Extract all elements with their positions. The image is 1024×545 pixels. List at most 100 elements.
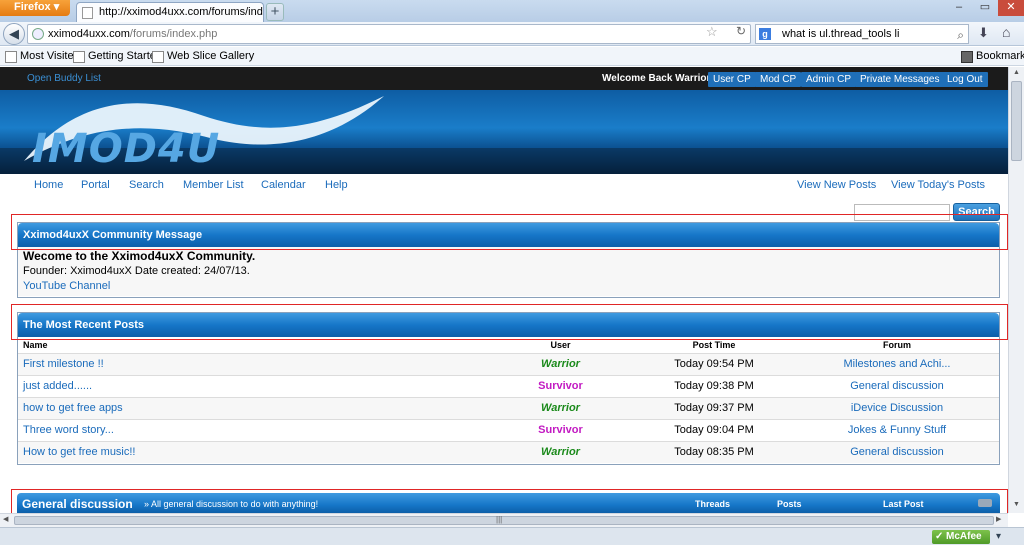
forum-search-input[interactable] — [854, 204, 950, 221]
table-row: how to get free apps Warrior Today 09:37… — [18, 396, 999, 419]
recent-posts-table: Name User Post Time Forum First mileston… — [18, 337, 999, 463]
url-bar[interactable]: xximod4uxx.com/forums/index.php — [27, 24, 751, 44]
bookmarks-toolbar: Most Visited Getting Started Web Slice G… — [0, 47, 1024, 66]
new-tab-button[interactable]: + — [266, 3, 284, 21]
col-name: Name — [18, 337, 488, 353]
post-time: Today 09:38 PM — [633, 374, 795, 397]
post-title-link[interactable]: First milestone !! — [18, 352, 488, 375]
globe-icon — [32, 28, 44, 40]
bookmark-star-icon[interactable]: ☆ — [706, 24, 718, 40]
general-discussion-description: » All general discussion to do with anyt… — [144, 499, 319, 509]
forum-topbar: Open Buddy List Welcome Back Warrior! Us… — [0, 67, 1008, 90]
nav-home[interactable]: Home — [34, 179, 63, 191]
nav-search[interactable]: Search — [129, 179, 164, 191]
community-message-block: Xximod4uxX Community Message Wecome to t… — [17, 222, 1000, 298]
vertical-scrollbar[interactable]: ▲ ▼ — [1008, 67, 1024, 513]
bookmarks-menu-button[interactable]: Bookmarks — [961, 47, 1024, 65]
chevron-down-icon[interactable]: ▾ — [996, 531, 1001, 542]
table-row: First milestone !! Warrior Today 09:54 P… — [18, 352, 999, 375]
scroll-right-icon[interactable]: ▶ — [996, 515, 1001, 523]
welcome-message: Welcome Back Warrior! — [602, 73, 714, 84]
post-title-link[interactable]: how to get free apps — [18, 396, 488, 419]
post-forum-link[interactable]: iDevice Discussion — [795, 396, 999, 419]
scroll-grip-icon: ||| — [496, 515, 503, 524]
browser-navbar: ◀ xximod4uxx.com/forums/index.php ☆ ↻ g … — [0, 22, 1024, 46]
buddy-list-link[interactable]: Open Buddy List — [27, 73, 101, 84]
page-icon — [82, 7, 93, 19]
post-forum-link[interactable]: General discussion — [795, 374, 999, 397]
post-time: Today 09:04 PM — [633, 418, 795, 441]
post-forum-link[interactable]: General discussion — [795, 440, 999, 463]
scroll-left-icon[interactable]: ◀ — [3, 515, 8, 523]
post-user-link[interactable]: Warrior — [488, 396, 633, 419]
horizontal-scroll-thumb[interactable] — [14, 516, 994, 525]
site-banner: IMOD4U — [0, 90, 1008, 174]
home-icon[interactable]: ⌂ — [1002, 24, 1010, 40]
view-todays-posts-link[interactable]: View Today's Posts — [891, 179, 985, 191]
site-logo[interactable]: IMOD4U — [32, 126, 220, 172]
forum-search-button[interactable]: Search — [953, 203, 1000, 221]
post-title-link[interactable]: How to get free music!! — [18, 440, 488, 463]
mcafee-badge[interactable]: McAfee — [932, 530, 990, 544]
recent-posts-block: The Most Recent Posts Name User Post Tim… — [17, 312, 1000, 465]
user-cp-button[interactable]: User CP — [708, 72, 756, 87]
maximize-button[interactable]: ▭ — [972, 0, 998, 16]
col-threads: Threads — [695, 499, 731, 509]
horizontal-scrollbar[interactable]: ◀ ||| ▶ — [0, 513, 1008, 527]
google-icon[interactable]: g — [759, 28, 771, 40]
admin-cp-button[interactable]: Admin CP — [801, 72, 857, 87]
collapse-icon[interactable] — [978, 499, 992, 507]
back-arrow-icon: ◀ — [9, 26, 19, 41]
nav-portal[interactable]: Portal — [81, 179, 110, 191]
search-icon[interactable]: ⌕ — [957, 26, 964, 44]
page-viewport: Open Buddy List Welcome Back Warrior! Us… — [0, 67, 1008, 513]
download-icon[interactable]: ⬇ — [978, 25, 989, 41]
vertical-scroll-thumb[interactable] — [1011, 81, 1022, 161]
view-new-posts-link[interactable]: View New Posts — [797, 179, 876, 191]
post-forum-link[interactable]: Jokes & Funny Stuff — [795, 418, 999, 441]
table-row: just added...... Survivor Today 09:38 PM… — [18, 374, 999, 397]
post-user-link[interactable]: Survivor — [488, 374, 633, 397]
table-row: Three word story... Survivor Today 09:04… — [18, 418, 999, 441]
community-welcome: Wecome to the Xximod4uxX Community. — [23, 249, 256, 263]
url-domain: xximod4uxx.com — [48, 28, 130, 40]
bookmark-most-visited[interactable]: Most Visited — [5, 47, 80, 65]
col-posts: Posts — [777, 499, 802, 509]
post-title-link[interactable]: Three word story... — [18, 418, 488, 441]
nav-help[interactable]: Help — [325, 179, 348, 191]
search-query: what is ul.thread_tools li — [782, 28, 900, 40]
community-founder: Founder: Xximod4uxX Date created: 24/07/… — [23, 265, 250, 277]
post-forum-link[interactable]: Milestones and Achi... — [795, 352, 999, 375]
private-messages-button[interactable]: Private Messages — [855, 72, 945, 87]
browser-tab[interactable]: http://xximod4uxx.com/forums/index.php — [76, 2, 264, 22]
scroll-up-icon[interactable]: ▲ — [1011, 69, 1022, 76]
col-user: User — [488, 337, 633, 353]
post-user-link[interactable]: Survivor — [488, 418, 633, 441]
post-user-link[interactable]: Warrior — [488, 440, 633, 463]
bookmark-getting-started[interactable]: Getting Started — [73, 47, 162, 65]
back-button[interactable]: ◀ — [3, 23, 25, 45]
minimize-button[interactable]: – — [946, 0, 972, 16]
nav-calendar[interactable]: Calendar — [261, 179, 306, 191]
community-message-title: Xximod4uxX Community Message — [18, 223, 999, 247]
browser-statusbar: McAfee ▾ — [0, 527, 1024, 545]
table-row: How to get free music!! Warrior Today 08… — [18, 440, 999, 463]
col-forum: Forum — [795, 337, 999, 353]
tab-title: http://xximod4uxx.com/forums/index.php — [99, 6, 263, 18]
mod-cp-button[interactable]: Mod CP — [755, 72, 802, 87]
scroll-down-icon[interactable]: ▼ — [1011, 501, 1022, 508]
url-path: /forums/index.php — [129, 28, 218, 40]
youtube-channel-link[interactable]: YouTube Channel — [23, 280, 110, 292]
nav-member-list[interactable]: Member List — [183, 179, 244, 191]
post-title-link[interactable]: just added...... — [18, 374, 488, 397]
post-user-link[interactable]: Warrior — [488, 352, 633, 375]
firefox-menu-button[interactable]: Firefox ▾ — [0, 0, 70, 16]
post-time: Today 08:35 PM — [633, 440, 795, 463]
general-discussion-title[interactable]: General discussion — [22, 497, 133, 511]
close-window-button[interactable]: ✕ — [998, 0, 1024, 16]
log-out-button[interactable]: Log Out — [942, 72, 988, 87]
col-last-post: Last Post — [883, 499, 924, 509]
bookmark-web-slice-gallery[interactable]: Web Slice Gallery — [152, 47, 254, 65]
reload-icon[interactable]: ↻ — [736, 24, 746, 38]
browser-search-box[interactable]: g what is ul.thread_tools li ⌕ — [755, 24, 969, 44]
